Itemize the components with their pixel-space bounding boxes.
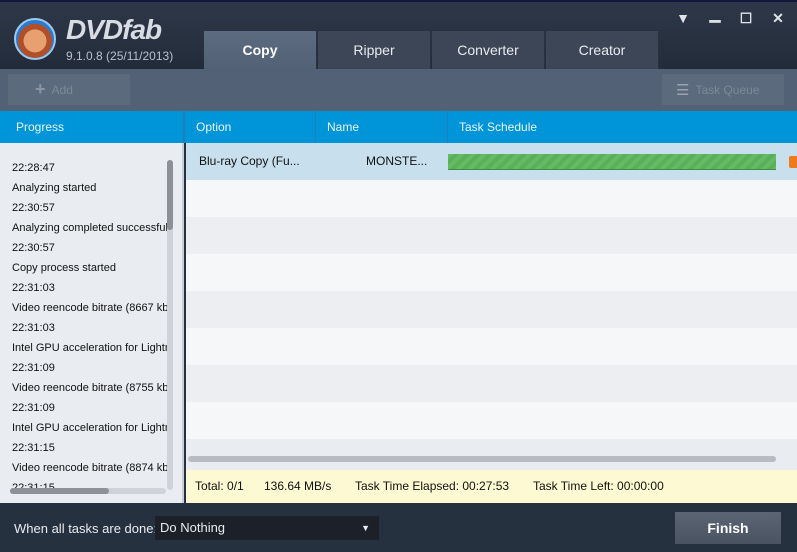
- empty-row: [186, 365, 797, 402]
- log-line: Video reencode bitrate (8755 kbps): [12, 382, 168, 394]
- log-line: 22:31:03: [12, 282, 55, 294]
- list-icon: ☰: [676, 81, 690, 99]
- log-line: 22:31:09: [12, 402, 55, 414]
- progress-log: 22:28:47 Analyzing started 22:30:57 Analyzi…: [0, 143, 184, 503]
- log-line: 22:30:57: [12, 202, 55, 214]
- task-row[interactable]: Blu-ray Copy (Fu... MONSTE...: [186, 143, 797, 180]
- add-label: Add: [51, 82, 73, 97]
- empty-row: [186, 217, 797, 254]
- dvdfab-logo-icon: [14, 18, 56, 60]
- log-line: Analyzing started: [12, 182, 97, 194]
- task-queue-button[interactable]: ☰ Task Queue: [662, 74, 784, 105]
- time-left: Task Time Left: 00:00:00: [533, 479, 664, 493]
- time-elapsed: Task Time Elapsed: 00:27:53: [355, 479, 510, 493]
- when-done-label: When all tasks are done:: [14, 521, 158, 536]
- when-done-value: Do Nothing: [160, 520, 226, 535]
- app-brand: DVDfab: [66, 14, 162, 45]
- name-header[interactable]: Name: [316, 111, 448, 143]
- log-line: Intel GPU acceleration for Lightning: [12, 422, 168, 434]
- total-count: Total: 0/1: [195, 479, 244, 493]
- tab-copy[interactable]: Copy: [204, 31, 317, 69]
- log-horizontal-scroll-thumb[interactable]: [10, 488, 109, 494]
- column-header: Progress Option Name Task Schedule: [0, 111, 797, 143]
- task-name: MONSTE...: [366, 154, 428, 168]
- tab-creator[interactable]: Creator: [546, 31, 659, 69]
- option-header[interactable]: Option: [185, 111, 316, 143]
- close-icon[interactable]: ✕: [768, 10, 788, 28]
- task-option: Blu-ray Copy (Fu...: [199, 154, 300, 168]
- log-line: 22:31:15: [12, 442, 55, 454]
- folder-icon[interactable]: [789, 156, 797, 168]
- task-table: Blu-ray Copy (Fu... MONSTE...: [186, 143, 797, 470]
- speed: 136.64 MB/s: [264, 479, 332, 493]
- progress-header: Progress: [0, 111, 185, 143]
- finish-button[interactable]: Finish: [675, 512, 781, 544]
- log-line: Intel GPU acceleration for Lightning: [12, 342, 168, 354]
- empty-row: [186, 402, 797, 439]
- empty-row: [186, 439, 797, 470]
- log-line: 22:31:03: [12, 322, 55, 334]
- task-schedule-header[interactable]: Task Schedule: [448, 111, 797, 143]
- maximize-icon[interactable]: ☐: [736, 10, 756, 28]
- status-bar: Total: 0/1 136.64 MB/s Task Time Elapsed…: [186, 470, 797, 503]
- log-line: 22:28:47: [12, 162, 55, 174]
- empty-row: [186, 291, 797, 328]
- empty-row: [186, 328, 797, 365]
- app-version: 9.1.0.8 (25/11/2013): [66, 49, 174, 63]
- log-line: Video reencode bitrate (8667 kbps): [12, 302, 168, 314]
- minimize-icon[interactable]: ▁: [705, 6, 725, 24]
- log-line: Analyzing completed successfully: [12, 222, 168, 234]
- tab-converter[interactable]: Converter: [432, 31, 545, 69]
- table-horizontal-scrollbar[interactable]: [188, 456, 776, 462]
- tab-ripper[interactable]: Ripper: [318, 31, 431, 69]
- add-button[interactable]: + Add: [8, 74, 130, 105]
- menu-dropdown-icon[interactable]: ▼: [673, 10, 693, 28]
- empty-row: [186, 254, 797, 291]
- log-line: Copy process started: [12, 262, 116, 274]
- when-done-select[interactable]: Do Nothing ▼: [155, 516, 379, 540]
- task-queue-label: Task Queue: [695, 82, 760, 97]
- plus-icon: +: [35, 79, 46, 99]
- task-progress-bar: [448, 154, 776, 170]
- log-line: 22:30:57: [12, 242, 55, 254]
- log-vertical-scroll-thumb[interactable]: [167, 160, 173, 230]
- empty-row: [186, 180, 797, 217]
- log-line: Video reencode bitrate (8874 kbps): [12, 462, 168, 474]
- chevron-down-icon: ▼: [361, 523, 370, 533]
- log-line: 22:31:09: [12, 362, 55, 374]
